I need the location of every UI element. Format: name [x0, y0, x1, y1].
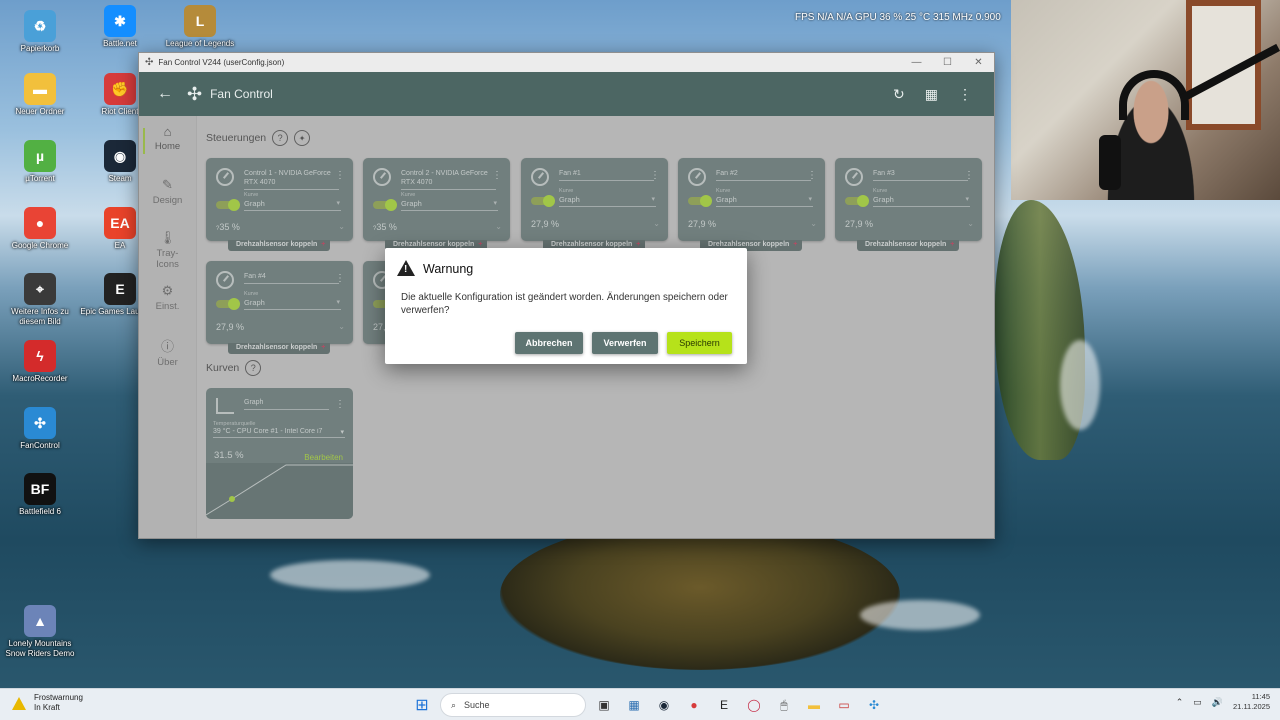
clock[interactable]: 11:45 21.11.2025 [1233, 692, 1270, 712]
app-icon: ϟ [24, 340, 56, 372]
taskbar: Frostwarnung In Kraft ⊞ ⌕ Suche ▣ ▦ ◉ ● E ◯ 🖱 ▬… [0, 688, 1280, 720]
layout-icon[interactable]: ▦ [925, 86, 938, 103]
app-icon: ▲ [24, 605, 56, 637]
refresh-icon[interactable]: ↻ [893, 86, 905, 103]
start-icon[interactable]: ⊞ [410, 693, 434, 717]
maximize-button[interactable]: ☐ [932, 57, 963, 68]
desktop-icon-label: µTorrent [25, 174, 55, 183]
desktop-icon-label: Neuer Ordner [15, 107, 65, 116]
tray-chevron-icon[interactable]: ⌃ [1176, 697, 1184, 708]
taskbar-search[interactable]: ⌕ Suche [440, 693, 586, 717]
desktop-icon[interactable]: L League of Legends [160, 5, 240, 49]
desktop-icon[interactable]: ♻ Papierkorb [0, 10, 80, 54]
desktop-icon-label: Lonely Mountains Snow Riders Demo [5, 639, 75, 658]
dialog-title: Warnung [423, 262, 474, 276]
warning-triangle-icon [12, 697, 26, 710]
warning-dialog: Warnung Die aktuelle Konfiguration ist g… [385, 248, 747, 364]
app-icon: ● [24, 207, 56, 239]
desktop-icon[interactable]: ● Google Chrome [0, 207, 80, 251]
system-tray: ⌃ ▭ 🔊 11:45 21.11.2025 [1176, 692, 1270, 712]
taskbar-app-icon[interactable]: ▦ [622, 693, 646, 717]
desktop-icon[interactable]: ⌖ Weitere Infos zu diesem Bild [0, 273, 80, 327]
app-icon: ✣ [24, 407, 56, 439]
taskbar-app-icon[interactable]: ▭ [832, 693, 856, 717]
clock-time: 11:45 [1251, 692, 1270, 701]
desktop-icon[interactable]: ✣ FanControl [0, 407, 80, 451]
save-button[interactable]: Speichern [667, 332, 732, 354]
taskbar-app-icon[interactable]: E [712, 693, 736, 717]
app-icon: ✣ [145, 57, 154, 68]
app-icon: µ [24, 140, 56, 172]
app-icon: ✱ [104, 5, 136, 37]
app-icon: ◉ [104, 140, 136, 172]
dialog-message: Die aktuelle Konfiguration ist geändert … [401, 292, 728, 316]
wallpaper-island [500, 520, 900, 670]
webcam-overlay [1011, 0, 1280, 200]
desktop-icon-label: Weitere Infos zu diesem Bild [11, 307, 69, 326]
desktop-icon[interactable]: BF Battlefield 6 [0, 473, 80, 517]
warning-icon [397, 260, 415, 276]
app-header: ← ✣ Fan Control ↻ ▦ ⋮ [139, 72, 994, 116]
taskbar-apps: ⊞ ⌕ Suche ▣ ▦ ◉ ● E ◯ 🖱 ▬ ▭ ✣ [410, 693, 886, 717]
search-placeholder: Suche [464, 700, 490, 710]
desktop-icon-label: Battle.net [103, 39, 137, 48]
taskbar-app-icon[interactable]: ◉ [652, 693, 676, 717]
app-icon: ▬ [24, 73, 56, 105]
minimize-button[interactable]: — [901, 57, 932, 68]
window-controls: — ☐ ✕ [901, 57, 994, 68]
desktop-icon[interactable]: ϟ MacroRecorder [0, 340, 80, 384]
microphone-icon [1099, 135, 1121, 190]
desktop-icon[interactable]: ✱ Battle.net [80, 5, 160, 49]
clock-date: 21.11.2025 [1233, 702, 1270, 711]
desktop-icon-label: Battlefield 6 [19, 507, 61, 516]
wallpaper-foam [1060, 340, 1100, 430]
desktop-icon[interactable]: ▲ Lonely Mountains Snow Riders Demo [0, 605, 80, 659]
desktop-icon-label: FanControl [20, 441, 60, 450]
window-titlebar: ✣ Fan Control V244 (userConfig.json) — ☐… [139, 53, 994, 72]
app-icon: BF [24, 473, 56, 505]
weather-title: Frostwarnung [34, 693, 83, 702]
discard-button[interactable]: Verwerfen [592, 332, 658, 354]
wallpaper-foam [860, 600, 980, 630]
desktop-icon-label: Google Chrome [11, 241, 69, 250]
wallpaper-foam [270, 560, 430, 590]
app-icon: EA [104, 207, 136, 239]
desktop-icon-label: League of Legends [165, 39, 235, 48]
taskbar-app-icon[interactable]: ● [682, 693, 706, 717]
app-icon: ✊ [104, 73, 136, 105]
app-icon: E [104, 273, 136, 305]
performance-overlay: FPS N/A N/A GPU 36 % 25 °C 315 MHz 0.900 [795, 12, 1001, 23]
header-actions: ↻ ▦ ⋮ [893, 86, 994, 103]
app-icon: L [184, 5, 216, 37]
desktop-icon-label: Papierkorb [20, 44, 60, 53]
app-icon: ♻ [24, 10, 56, 42]
weather-subtitle: In Kraft [34, 703, 60, 712]
weather-widget[interactable]: Frostwarnung In Kraft [12, 693, 83, 713]
desktop-icon[interactable]: ▬ Neuer Ordner [0, 73, 80, 117]
more-menu-icon[interactable]: ⋮ [958, 86, 972, 103]
search-icon: ⌕ [451, 699, 457, 710]
taskbar-app-icon[interactable]: ▣ [592, 693, 616, 717]
pinned-apps: ▣ ▦ ◉ ● E ◯ 🖱 ▬ ▭ ✣ [592, 693, 886, 717]
app-icon: ⌖ [24, 273, 56, 305]
volume-icon[interactable]: 🔊 [1212, 697, 1223, 708]
app-title: Fan Control [210, 87, 273, 101]
taskbar-app-icon[interactable]: ▬ [802, 693, 826, 717]
back-arrow-icon[interactable]: ← [157, 85, 173, 103]
desktop-icon-label: MacroRecorder [12, 374, 68, 383]
fan-logo-icon: ✣ [187, 83, 203, 104]
taskbar-app-icon[interactable]: ✣ [862, 693, 886, 717]
cancel-button[interactable]: Abbrechen [515, 332, 583, 354]
window-title: Fan Control V244 (userConfig.json) [158, 58, 285, 67]
taskbar-app-icon[interactable]: ◯ [742, 693, 766, 717]
taskbar-app-icon[interactable]: 🖱 [772, 693, 796, 717]
desktop-icon[interactable]: µ µTorrent [0, 140, 80, 184]
network-icon[interactable]: ▭ [1193, 697, 1202, 708]
close-button[interactable]: ✕ [963, 57, 994, 68]
